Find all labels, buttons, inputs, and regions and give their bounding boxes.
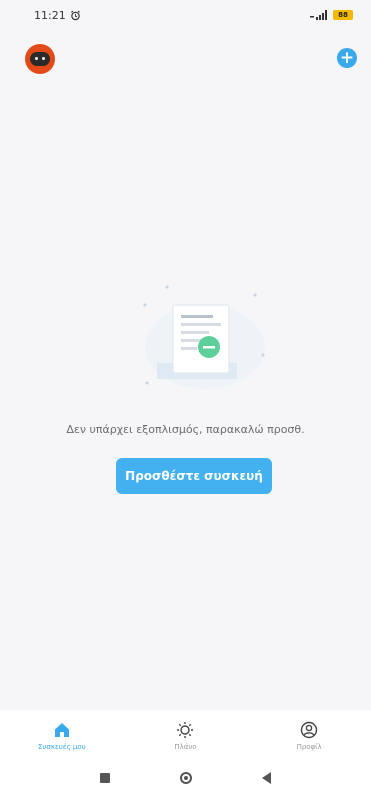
signal-icon xyxy=(310,10,327,20)
app-screen: 11:21 88 + Δεν υπάρχει εξοπλισμός, παρακ… xyxy=(0,0,371,794)
nav-label-my-devices: Συσκευές μου xyxy=(37,743,86,751)
robot-avatar-icon[interactable] xyxy=(25,44,55,74)
battery-icon: 88 xyxy=(333,10,353,20)
square-icon[interactable] xyxy=(100,773,110,783)
user-circle-icon xyxy=(300,721,318,739)
home-icon xyxy=(54,723,69,737)
nav-item-plan[interactable]: Πλάνο xyxy=(140,721,230,751)
empty-document-icon xyxy=(143,285,265,389)
circle-icon[interactable] xyxy=(180,772,192,784)
nav-item-my-devices[interactable]: Συσκευές μου xyxy=(17,721,107,751)
add-device-button[interactable]: Προσθέστε συσκευή xyxy=(116,458,272,494)
back-triangle-icon[interactable] xyxy=(262,772,271,784)
status-bar: 11:21 88 xyxy=(0,0,371,30)
nav-label-profile: Προφίλ xyxy=(296,743,322,751)
battery-level: 88 xyxy=(338,11,348,19)
plus-circle-icon[interactable]: + xyxy=(337,48,357,68)
nav-item-profile[interactable]: Προφίλ xyxy=(264,721,354,751)
status-time: 11:21 xyxy=(34,8,66,22)
nav-label-plan: Πλάνο xyxy=(174,743,197,751)
empty-state-message: Δεν υπάρχει εξοπλισμός, παρακαλώ προσθ. xyxy=(66,423,305,436)
bottom-nav: Συσκευές μου Πλάνο Προφίλ xyxy=(0,710,371,762)
alarm-clock-icon xyxy=(70,10,80,20)
system-nav-bar xyxy=(0,762,371,794)
sun-icon xyxy=(177,722,194,738)
